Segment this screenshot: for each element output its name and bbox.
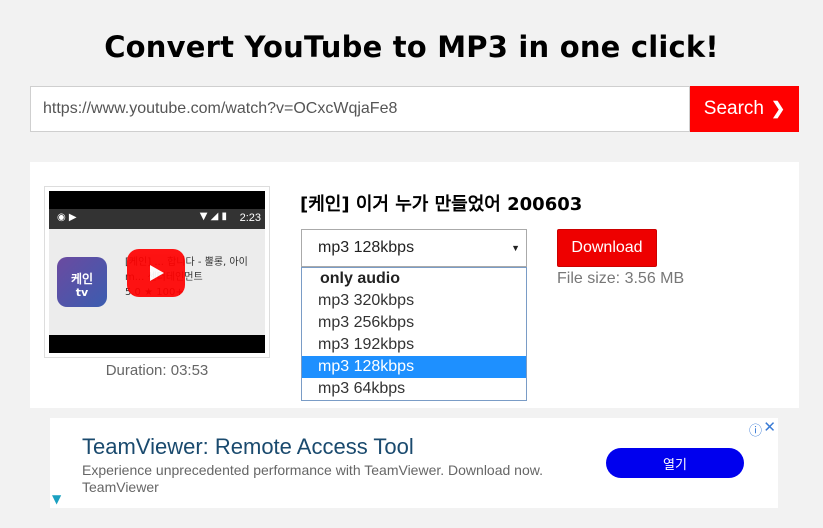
thumbnail-status-bar: ◉ ▶ ▼ ◢ ▮ 2:23	[49, 209, 265, 229]
format-option-128[interactable]: mp3 128kbps	[302, 356, 526, 378]
thumbnail-content: 케인 tv [케인] ... 합니다 - 뿔롱, 아이 m... 센터테인먼트 …	[49, 229, 265, 335]
search-bar: Search ❯	[30, 86, 799, 132]
format-option-64[interactable]: mp3 64kbps	[302, 378, 526, 400]
ad-banner[interactable]: TeamViewer: Remote Access Tool Experienc…	[50, 418, 778, 508]
ad-description: Experience unprecedented performance wit…	[82, 462, 543, 496]
chevron-right-icon: ❯	[770, 99, 786, 118]
format-select-value: mp3 128kbps	[318, 239, 415, 256]
status-time: 2:23	[239, 212, 261, 224]
search-button[interactable]: Search ❯	[690, 86, 799, 132]
ad-advertiser: TeamViewer	[82, 479, 159, 495]
video-thumbnail-frame: ◉ ▶ ▼ ◢ ▮ 2:23 케인 tv [케인] ... 합니다 - 뿔롱, …	[44, 186, 270, 358]
format-option-320[interactable]: mp3 320kbps	[302, 290, 526, 312]
file-size: File size: 3.56 MB	[557, 270, 685, 287]
ad-title[interactable]: TeamViewer: Remote Access Tool	[82, 434, 414, 460]
app-icon: 케인 tv	[57, 257, 107, 307]
url-input[interactable]	[30, 86, 690, 132]
format-select[interactable]: mp3 128kbps ▼	[301, 229, 527, 267]
download-button[interactable]: Download	[557, 229, 657, 267]
format-option-192[interactable]: mp3 192kbps	[302, 334, 526, 356]
ad-open-button[interactable]: 열기	[606, 448, 744, 478]
video-thumbnail[interactable]: ◉ ▶ ▼ ◢ ▮ 2:23 케인 tv [케인] ... 합니다 - 뿔롱, …	[49, 191, 265, 353]
format-dropdown-list: only audio mp3 320kbps mp3 256kbps mp3 1…	[301, 267, 527, 401]
close-icon[interactable]: ✕	[763, 418, 776, 436]
page-title: Convert YouTube to MP3 in one click!	[104, 30, 719, 64]
search-button-label: Search	[703, 98, 764, 119]
video-title: [케인] 이거 누가 만들었어 200603	[300, 194, 583, 215]
page: Convert YouTube to MP3 in one click! Sea…	[0, 0, 823, 528]
play-icon[interactable]	[127, 249, 185, 297]
ad-description-text: Experience unprecedented performance wit…	[82, 462, 543, 478]
app-icon-text: 케인	[70, 272, 94, 286]
result-card: ◉ ▶ ▼ ◢ ▮ 2:23 케인 tv [케인] ... 합니다 - 뿔롱, …	[30, 162, 799, 408]
info-icon[interactable]: ⓘ	[749, 420, 762, 439]
video-duration: Duration: 03:53	[105, 362, 209, 379]
signal-icons: ▼ ◢ ▮	[199, 211, 227, 222]
ad-choices-icon[interactable]: ▼	[52, 492, 61, 506]
dropdown-arrow-icon: ▼	[511, 243, 520, 253]
app-icon-sub: tv	[75, 286, 89, 299]
status-icons: ◉ ▶	[57, 212, 77, 223]
option-group-label: only audio	[320, 270, 400, 287]
format-option-256[interactable]: mp3 256kbps	[302, 312, 526, 334]
